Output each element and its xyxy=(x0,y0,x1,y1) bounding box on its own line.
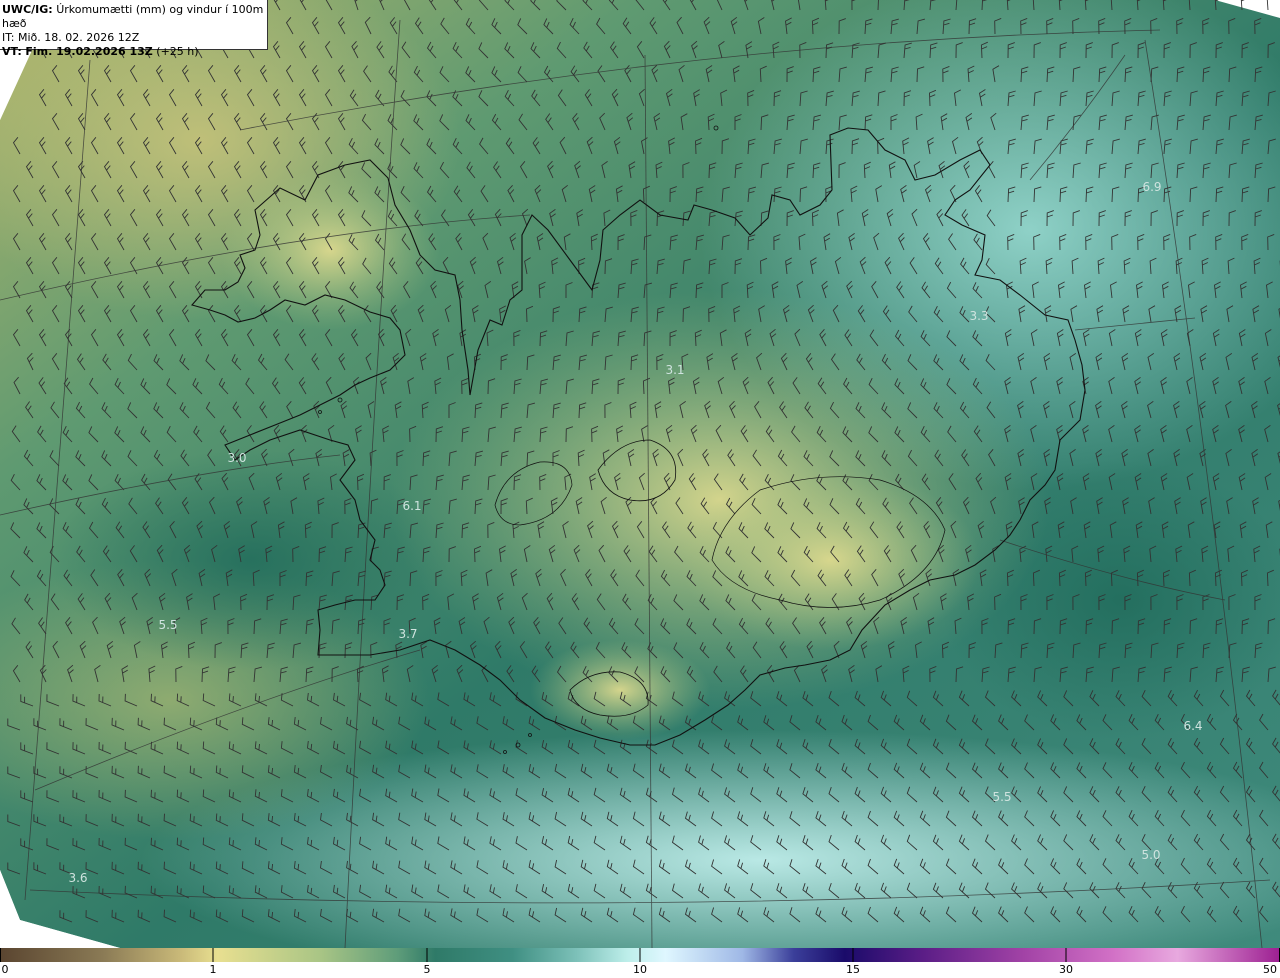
value-label: 5.0 xyxy=(1141,848,1161,862)
product-code: UWC/IG: xyxy=(2,3,53,16)
colorbar-tick: 30 xyxy=(1059,963,1073,976)
value-label: 3.7 xyxy=(398,627,418,641)
valid-prefix: VT: xyxy=(2,45,22,58)
value-label: 3.0 xyxy=(227,451,247,465)
colorbar-tick: 10 xyxy=(633,963,647,976)
colorbar-tick: 15 xyxy=(846,963,860,976)
value-label: 5.5 xyxy=(158,618,178,632)
value-label: 3.6 xyxy=(68,871,88,885)
valid-time-line: VT: Fim. 19.02.2026 13Z (+25 h) xyxy=(2,45,267,59)
colorbar-tick: 0 xyxy=(1,963,9,976)
title-line: UWC/IG: Úrkomumætti (mm) og vindur í 100… xyxy=(2,3,267,31)
lead-time: (+25 h) xyxy=(156,45,199,58)
colorbar-labels: 0 1 5 10 15 30 50 xyxy=(0,962,1280,978)
forecast-map xyxy=(0,0,1280,948)
colorbar-tick: 1 xyxy=(209,963,217,976)
value-label: 6.4 xyxy=(1183,719,1203,733)
map-header: UWC/IG: Úrkomumætti (mm) og vindur í 100… xyxy=(0,0,268,58)
value-label: 5.5 xyxy=(992,790,1012,804)
value-label: 6.9 xyxy=(1142,180,1162,194)
value-label: 3.3 xyxy=(969,309,989,323)
colorbar-tick: 50 xyxy=(1263,963,1277,976)
value-label: 3.1 xyxy=(665,363,685,377)
init-time: IT: Mið. 18. 02. 2026 12Z xyxy=(2,31,140,44)
value-label: 6.1 xyxy=(402,499,422,513)
colorbar xyxy=(0,948,1280,962)
valid-time: Fim. 19.02.2026 13Z xyxy=(25,45,153,58)
colorbar-tick: 5 xyxy=(423,963,431,976)
